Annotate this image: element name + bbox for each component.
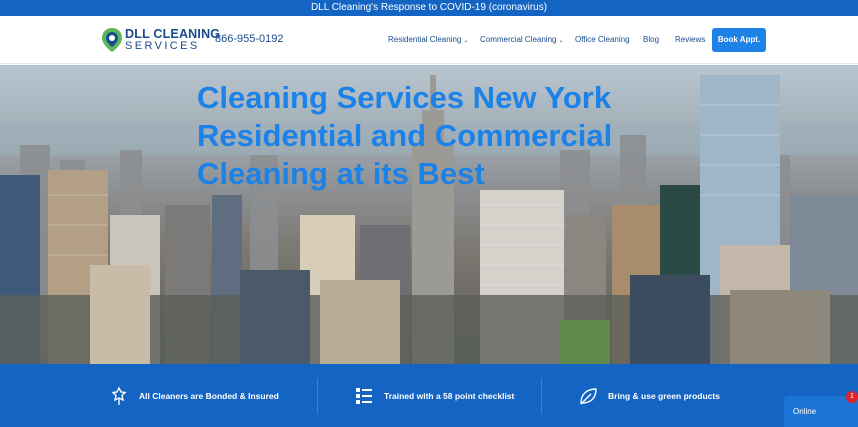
logo-text-line1: DLL CLEANING (125, 27, 221, 41)
nav-blog[interactable]: Blog (643, 35, 659, 44)
covid-announcement-link[interactable]: DLL Cleaning's Response to COVID-19 (cor… (0, 0, 858, 16)
checklist-icon (356, 387, 372, 404)
badge-icon (111, 385, 127, 405)
chat-notification-badge: 1 (846, 391, 858, 403)
chevron-down-icon: ⌄ (463, 38, 469, 44)
feature-checklist: Trained with a 58 point checklist (354, 364, 514, 427)
site-header: DLL CLEANING SERVICES 866-955-0192 Resid… (0, 16, 858, 64)
hero-heading-line: Cleaning at its Best (197, 156, 485, 191)
chevron-down-icon: ⌄ (558, 38, 564, 44)
leaf-icon (580, 387, 597, 404)
logo-text-line2: SERVICES (125, 40, 200, 52)
hero-heading-line: Cleaning Services New York (197, 80, 612, 115)
nav-label: Commercial Cleaning (480, 35, 557, 44)
nav-label: Office Cleaning (575, 35, 630, 44)
hero-banner: Cleaning Services New York Residential a… (0, 65, 858, 364)
features-band: All Cleaners are Bonded & Insured Traine… (0, 364, 858, 427)
feature-text: Bring & use green products (608, 390, 720, 401)
nav-residential-cleaning[interactable]: Residential Cleaning ⌄ (388, 35, 468, 44)
feature-bonded-insured: All Cleaners are Bonded & Insured (109, 364, 279, 427)
nav-label: Blog (643, 35, 660, 44)
nav-label: Reviews (675, 35, 706, 44)
book-appointment-button[interactable]: Book Appt. (712, 28, 766, 52)
hero-heading-line: Residential and Commercial (197, 118, 613, 153)
nav-label: Residential Cleaning (388, 35, 462, 44)
nav-office-cleaning[interactable]: Office Cleaning (575, 35, 630, 44)
feature-green-products: Bring & use green products (578, 364, 720, 427)
nav-reviews[interactable]: Reviews (675, 35, 705, 44)
hero-heading: Cleaning Services New York Residential a… (197, 79, 657, 193)
phone-number-link[interactable]: 866-955-0192 (215, 33, 284, 45)
feature-text: All Cleaners are Bonded & Insured (139, 390, 279, 401)
logo[interactable]: DLL CLEANING SERVICES (101, 27, 220, 53)
divider (541, 378, 542, 414)
nav-commercial-cleaning[interactable]: Commercial Cleaning ⌄ (480, 35, 564, 44)
logo-mark-icon (102, 28, 122, 52)
divider (317, 378, 318, 414)
feature-text: Trained with a 58 point checklist (384, 390, 515, 401)
